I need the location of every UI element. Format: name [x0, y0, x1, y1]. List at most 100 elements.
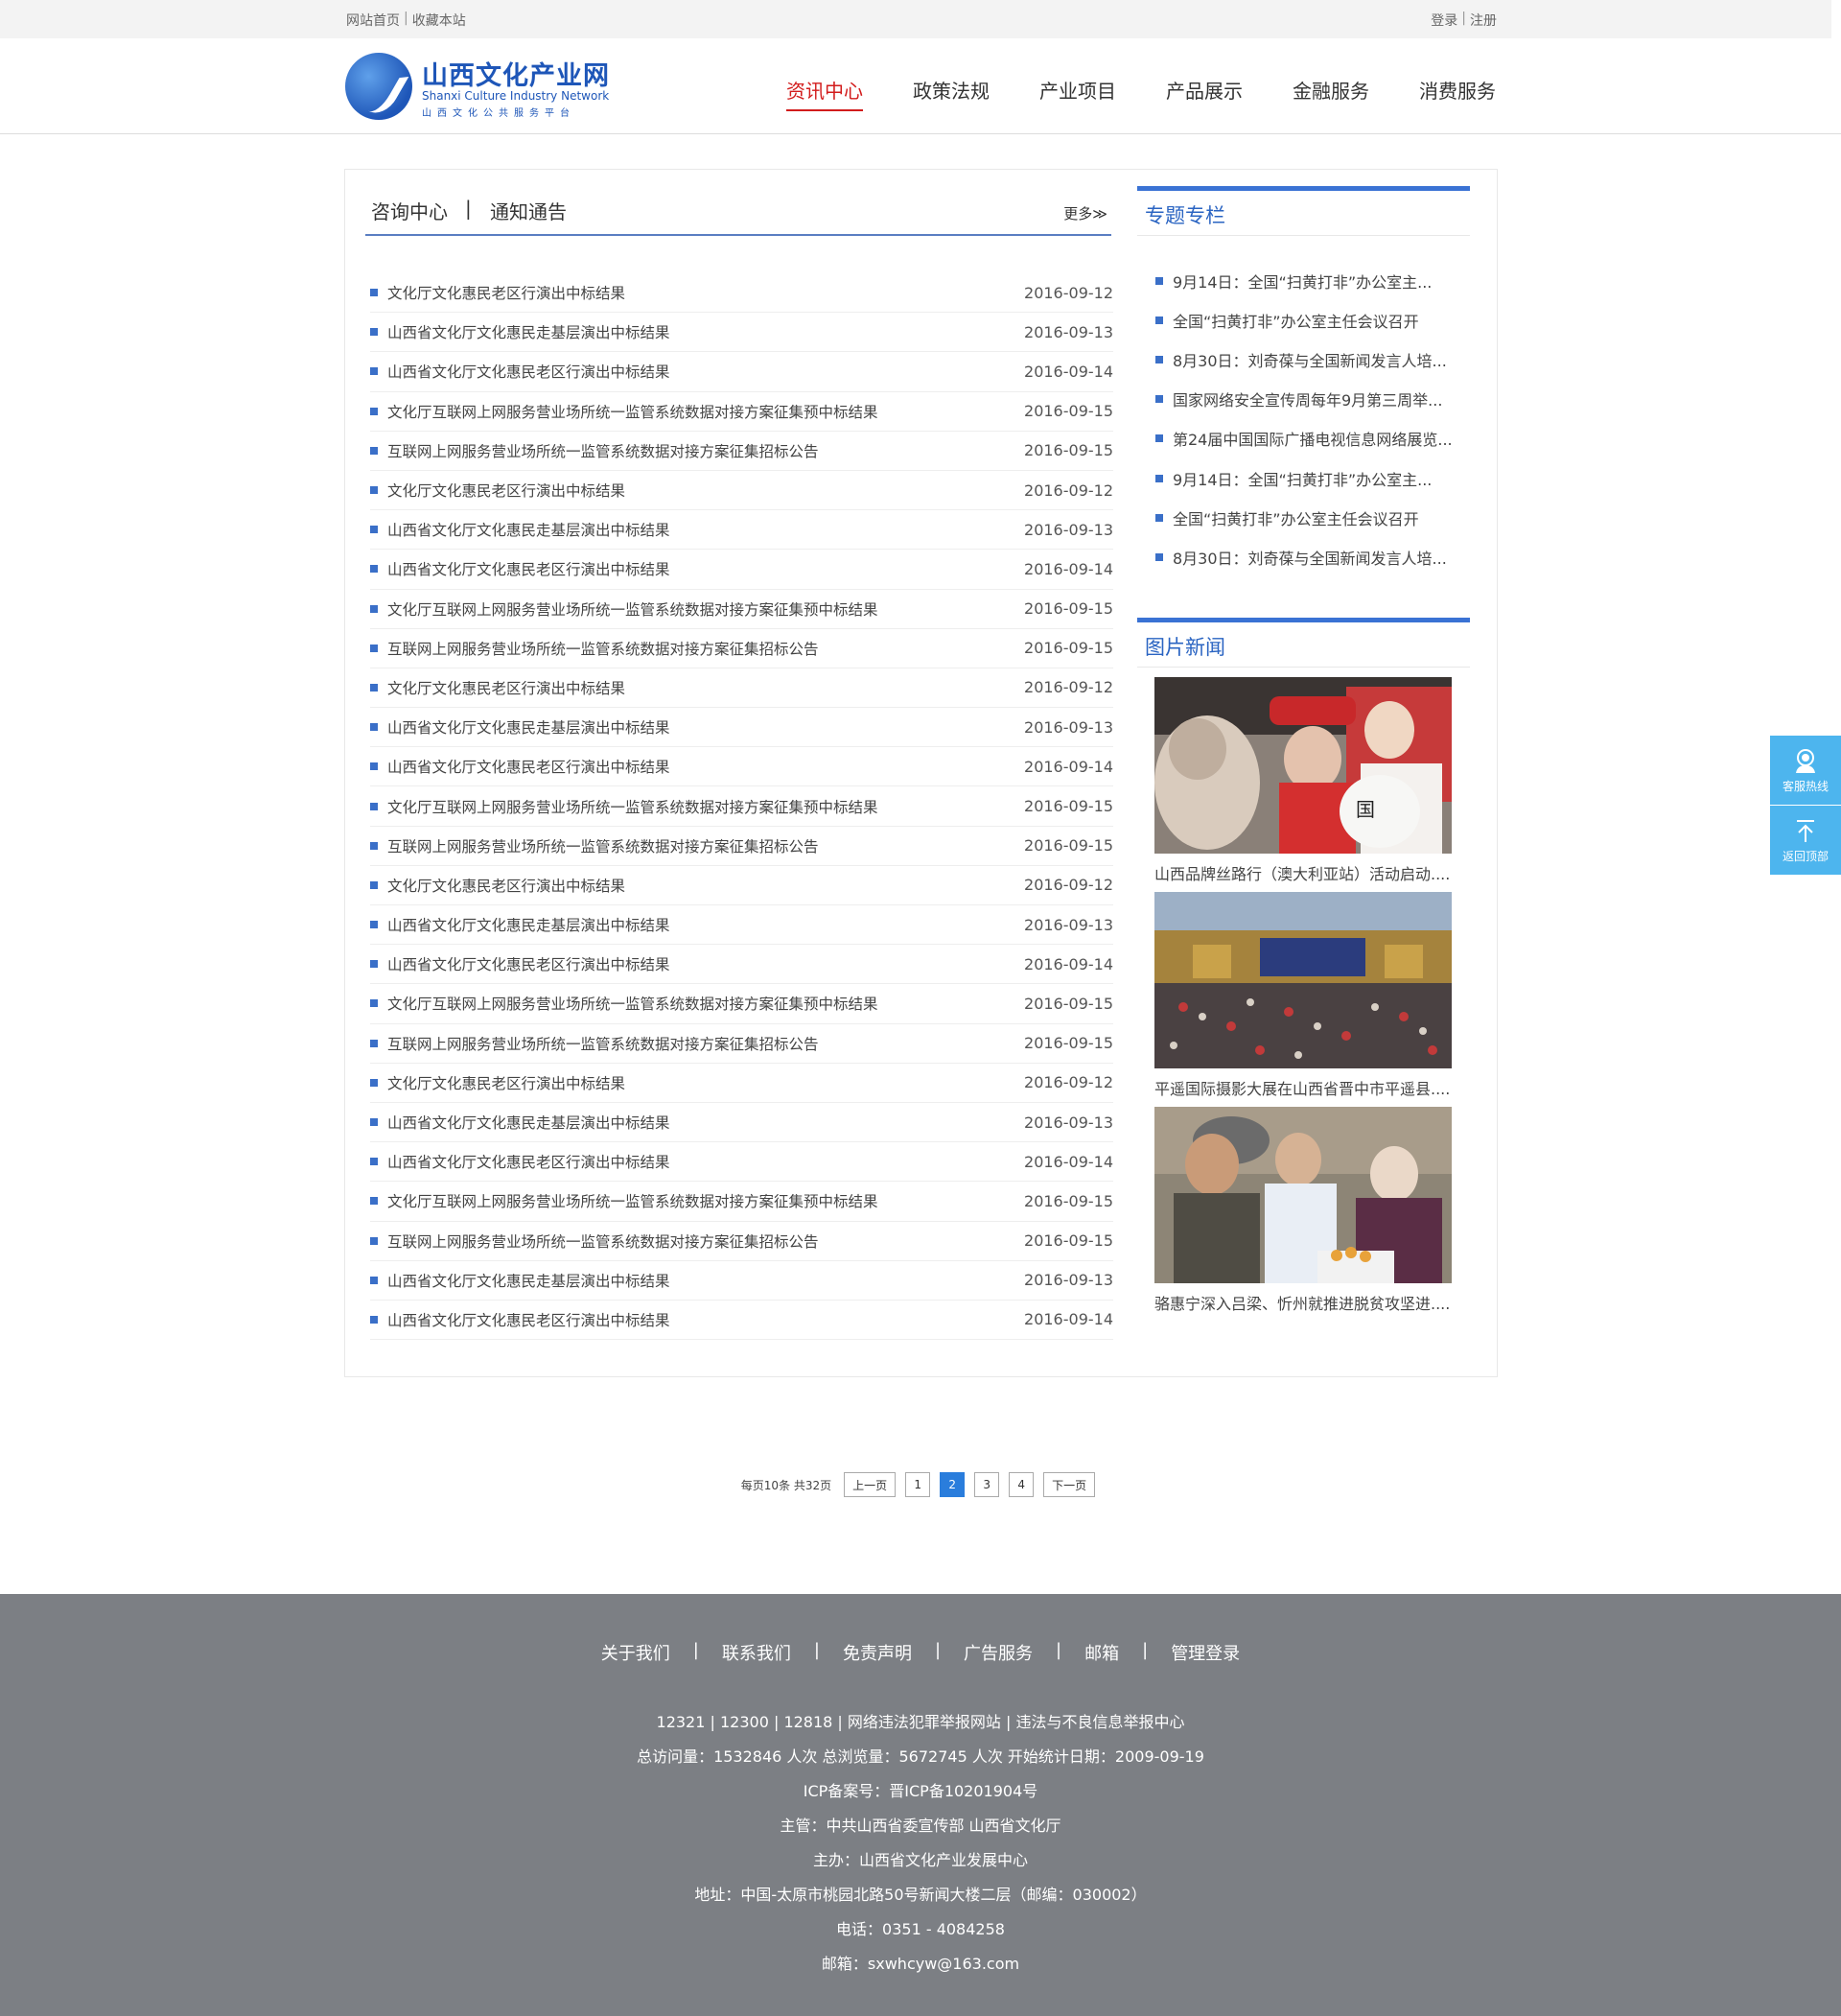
news-row[interactable]: 山西省文化厅文化惠民老区行演出中标结果 2016-09-14	[370, 1301, 1113, 1341]
site-logo[interactable]: 山西文化产业网 Shanxi Culture Industry Network …	[345, 53, 609, 122]
page-1-button[interactable]: 1	[905, 1472, 931, 1497]
page-4-button[interactable]: 4	[1009, 1472, 1035, 1497]
news-title-wrap[interactable]: 山西省文化厅文化惠民老区行演出中标结果	[370, 1309, 670, 1330]
news-row[interactable]: 山西省文化厅文化惠民老区行演出中标结果 2016-09-14	[370, 945, 1113, 985]
news-title-wrap[interactable]: 互联网上网服务营业场所统一监管系统数据对接方案征集招标公告	[370, 835, 819, 856]
special-item[interactable]: 9月14日：全国“扫黄打非”办公室主...	[1155, 458, 1470, 498]
register-link[interactable]: 注册	[1470, 11, 1497, 30]
news-row[interactable]: 文化厅互联网上网服务营业场所统一监管系统数据对接方案征集预中标结果 2016-09…	[370, 984, 1113, 1024]
photo-pingyao-festival[interactable]	[1154, 891, 1452, 1068]
special-item-title[interactable]: 8月30日：刘奇葆与全国新闻发言人培...	[1173, 546, 1447, 569]
news-title-wrap[interactable]: 山西省文化厅文化惠民走基层演出中标结果	[370, 1270, 670, 1291]
footer-link-about[interactable]: 关于我们	[601, 1640, 670, 1665]
special-item-title[interactable]: 第24届中国国际广播电视信息网络展览...	[1173, 427, 1453, 450]
photo-silk-road-event[interactable]: 国	[1154, 676, 1452, 854]
nav-policy[interactable]: 政策法规	[913, 76, 990, 111]
news-row[interactable]: 文化厅文化惠民老区行演出中标结果 2016-09-12	[370, 866, 1113, 905]
news-title-wrap[interactable]: 文化厅文化惠民老区行演出中标结果	[370, 282, 625, 303]
news-title-wrap[interactable]: 文化厅文化惠民老区行演出中标结果	[370, 1072, 625, 1093]
special-item-title[interactable]: 全国“扫黄打非”办公室主任会议召开	[1173, 309, 1419, 332]
footer-link-ads[interactable]: 广告服务	[964, 1640, 1033, 1665]
news-title-wrap[interactable]: 山西省文化厅文化惠民走基层演出中标结果	[370, 1112, 670, 1133]
news-title-wrap[interactable]: 山西省文化厅文化惠民老区行演出中标结果	[370, 756, 670, 777]
news-row[interactable]: 山西省文化厅文化惠民走基层演出中标结果 2016-09-13	[370, 708, 1113, 748]
special-item-title[interactable]: 全国“扫黄打非”办公室主任会议召开	[1173, 506, 1419, 529]
picnews-item[interactable]: 国 山西品牌丝路行（澳大利亚站）活动启动....	[1154, 676, 1452, 883]
news-title[interactable]: 文化厅文化惠民老区行演出中标结果	[387, 282, 625, 303]
news-title-wrap[interactable]: 文化厅互联网上网服务营业场所统一监管系统数据对接方案征集预中标结果	[370, 796, 878, 817]
news-title[interactable]: 文化厅互联网上网服务营业场所统一监管系统数据对接方案征集预中标结果	[387, 796, 878, 817]
news-title[interactable]: 山西省文化厅文化惠民走基层演出中标结果	[387, 1112, 670, 1133]
picnews-item[interactable]: 平遥国际摄影大展在山西省晋中市平遥县....	[1154, 891, 1452, 1098]
page-3-button[interactable]: 3	[974, 1472, 1000, 1497]
news-title[interactable]: 山西省文化厅文化惠民走基层演出中标结果	[387, 321, 670, 342]
news-title-wrap[interactable]: 文化厅互联网上网服务营业场所统一监管系统数据对接方案征集预中标结果	[370, 1190, 878, 1211]
special-item[interactable]: 国家网络安全宣传周每年9月第三周举...	[1155, 380, 1470, 419]
home-link[interactable]: 网站首页	[346, 11, 400, 30]
nav-finance[interactable]: 金融服务	[1293, 76, 1369, 111]
picnews-caption[interactable]: 骆惠宁深入吕梁、忻州就推进脱贫攻坚进....	[1154, 1291, 1452, 1313]
news-title-wrap[interactable]: 山西省文化厅文化惠民老区行演出中标结果	[370, 361, 670, 382]
special-item[interactable]: 全国“扫黄打非”办公室主任会议召开	[1155, 300, 1470, 340]
more-link[interactable]: 更多≫	[1063, 203, 1107, 223]
nav-consumer[interactable]: 消费服务	[1419, 76, 1496, 111]
news-row[interactable]: 文化厅文化惠民老区行演出中标结果 2016-09-12	[370, 668, 1113, 709]
footer-report-line[interactable]: 12321 | 12300 | 12818 | 网络违法犯罪举报网站 | 违法与…	[0, 1705, 1841, 1740]
nav-projects[interactable]: 产业项目	[1039, 76, 1116, 111]
news-title-wrap[interactable]: 文化厅互联网上网服务营业场所统一监管系统数据对接方案征集预中标结果	[370, 401, 878, 422]
special-item[interactable]: 8月30日：刘奇葆与全国新闻发言人培...	[1155, 340, 1470, 379]
special-item[interactable]: 9月14日：全国“扫黄打非”办公室主...	[1155, 261, 1470, 300]
news-row[interactable]: 文化厅文化惠民老区行演出中标结果 2016-09-12	[370, 273, 1113, 314]
news-row[interactable]: 互联网上网服务营业场所统一监管系统数据对接方案征集招标公告 2016-09-15	[370, 432, 1113, 471]
news-title[interactable]: 互联网上网服务营业场所统一监管系统数据对接方案征集招标公告	[387, 1033, 819, 1054]
news-row[interactable]: 山西省文化厅文化惠民走基层演出中标结果 2016-09-13	[370, 313, 1113, 353]
next-page-button[interactable]: 下一页	[1043, 1472, 1096, 1497]
news-title-wrap[interactable]: 互联网上网服务营业场所统一监管系统数据对接方案征集招标公告	[370, 638, 819, 659]
news-title[interactable]: 互联网上网服务营业场所统一监管系统数据对接方案征集招标公告	[387, 835, 819, 856]
news-title-wrap[interactable]: 文化厅互联网上网服务营业场所统一监管系统数据对接方案征集预中标结果	[370, 598, 878, 620]
news-title[interactable]: 互联网上网服务营业场所统一监管系统数据对接方案征集招标公告	[387, 1231, 819, 1252]
news-title[interactable]: 山西省文化厅文化惠民老区行演出中标结果	[387, 756, 670, 777]
news-title-wrap[interactable]: 互联网上网服务营业场所统一监管系统数据对接方案征集招标公告	[370, 1033, 819, 1054]
special-item[interactable]: 8月30日：刘奇葆与全国新闻发言人培...	[1155, 537, 1470, 576]
footer-link-admin[interactable]: 管理登录	[1171, 1640, 1240, 1665]
news-title[interactable]: 互联网上网服务营业场所统一监管系统数据对接方案征集招标公告	[387, 440, 819, 461]
special-item-title[interactable]: 9月14日：全国“扫黄打非”办公室主...	[1173, 270, 1432, 293]
news-row[interactable]: 山西省文化厅文化惠民老区行演出中标结果 2016-09-14	[370, 747, 1113, 787]
news-title[interactable]: 山西省文化厅文化惠民老区行演出中标结果	[387, 953, 670, 974]
news-title-wrap[interactable]: 山西省文化厅文化惠民走基层演出中标结果	[370, 321, 670, 342]
news-title-wrap[interactable]: 山西省文化厅文化惠民走基层演出中标结果	[370, 716, 670, 738]
nav-news-center[interactable]: 资讯中心	[786, 76, 863, 111]
news-row[interactable]: 文化厅互联网上网服务营业场所统一监管系统数据对接方案征集预中标结果 2016-09…	[370, 786, 1113, 827]
photo-poverty-visit[interactable]	[1154, 1106, 1452, 1283]
news-row[interactable]: 互联网上网服务营业场所统一监管系统数据对接方案征集招标公告 2016-09-15	[370, 1222, 1113, 1261]
news-title[interactable]: 文化厅互联网上网服务营业场所统一监管系统数据对接方案征集预中标结果	[387, 598, 878, 620]
nav-products[interactable]: 产品展示	[1166, 76, 1243, 111]
news-row[interactable]: 互联网上网服务营业场所统一监管系统数据对接方案征集招标公告 2016-09-15	[370, 1024, 1113, 1064]
news-title[interactable]: 山西省文化厅文化惠民走基层演出中标结果	[387, 519, 670, 540]
news-row[interactable]: 文化厅互联网上网服务营业场所统一监管系统数据对接方案征集预中标结果 2016-09…	[370, 1182, 1113, 1222]
footer-link-contact[interactable]: 联系我们	[722, 1640, 791, 1665]
special-item-title[interactable]: 9月14日：全国“扫黄打非”办公室主...	[1173, 467, 1432, 490]
news-row[interactable]: 山西省文化厅文化惠民走基层演出中标结果 2016-09-13	[370, 1261, 1113, 1301]
news-title-wrap[interactable]: 山西省文化厅文化惠民走基层演出中标结果	[370, 914, 670, 935]
news-title-wrap[interactable]: 互联网上网服务营业场所统一监管系统数据对接方案征集招标公告	[370, 440, 819, 461]
picnews-caption[interactable]: 山西品牌丝路行（澳大利亚站）活动启动....	[1154, 861, 1452, 883]
page-2-button[interactable]: 2	[940, 1472, 966, 1497]
news-row[interactable]: 文化厅互联网上网服务营业场所统一监管系统数据对接方案征集预中标结果 2016-09…	[370, 590, 1113, 629]
tab-consult-center[interactable]: 咨询中心	[371, 197, 448, 224]
news-title-wrap[interactable]: 山西省文化厅文化惠民老区行演出中标结果	[370, 558, 670, 579]
favorite-link[interactable]: 收藏本站	[412, 11, 466, 30]
news-row[interactable]: 互联网上网服务营业场所统一监管系统数据对接方案征集招标公告 2016-09-15	[370, 629, 1113, 668]
news-title[interactable]: 文化厅互联网上网服务营业场所统一监管系统数据对接方案征集预中标结果	[387, 1190, 878, 1211]
news-title[interactable]: 文化厅文化惠民老区行演出中标结果	[387, 677, 625, 698]
tab-notices[interactable]: 通知通告	[490, 197, 567, 224]
news-title[interactable]: 互联网上网服务营业场所统一监管系统数据对接方案征集招标公告	[387, 638, 819, 659]
news-title[interactable]: 文化厅互联网上网服务营业场所统一监管系统数据对接方案征集预中标结果	[387, 401, 878, 422]
news-title-wrap[interactable]: 文化厅文化惠民老区行演出中标结果	[370, 677, 625, 698]
news-row[interactable]: 互联网上网服务营业场所统一监管系统数据对接方案征集招标公告 2016-09-15	[370, 827, 1113, 866]
news-row[interactable]: 山西省文化厅文化惠民走基层演出中标结果 2016-09-13	[370, 905, 1113, 946]
news-title-wrap[interactable]: 山西省文化厅文化惠民老区行演出中标结果	[370, 953, 670, 974]
news-title[interactable]: 山西省文化厅文化惠民走基层演出中标结果	[387, 716, 670, 738]
picnews-item[interactable]: 骆惠宁深入吕梁、忻州就推进脱贫攻坚进....	[1154, 1106, 1452, 1313]
